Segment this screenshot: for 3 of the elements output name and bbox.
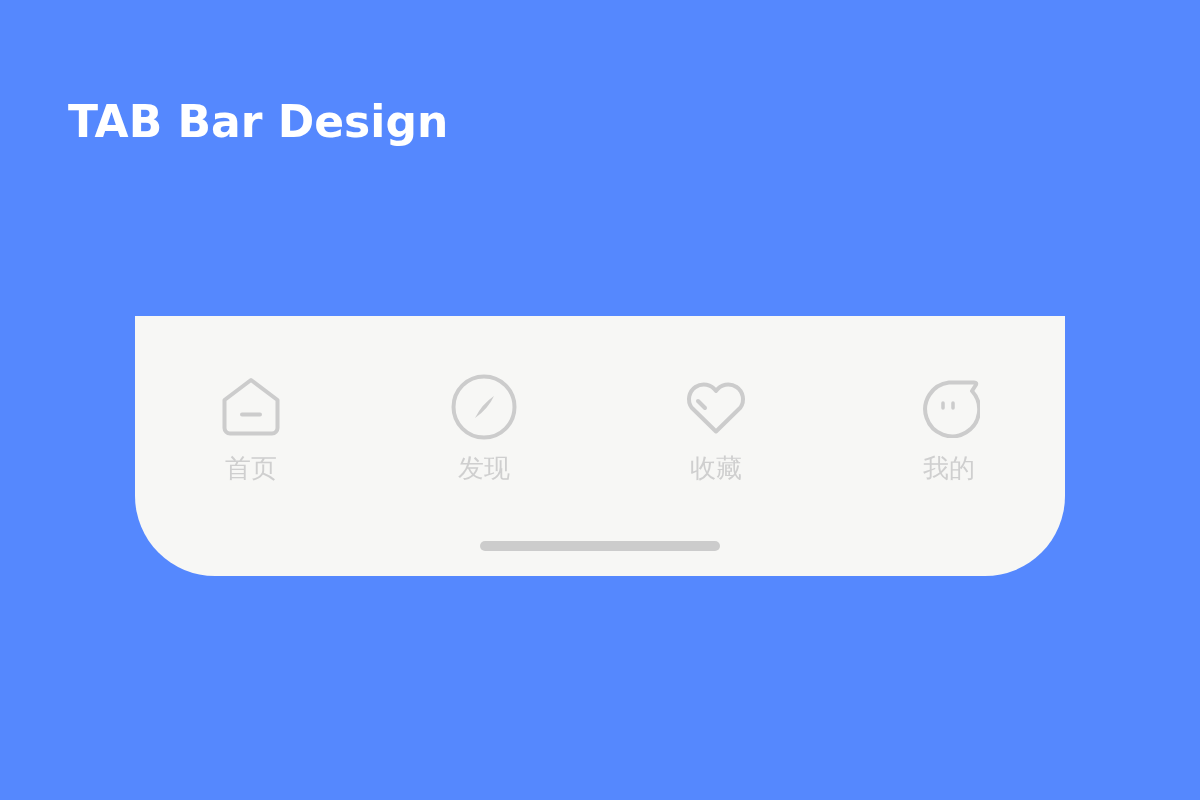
house-icon	[221, 377, 282, 437]
page-title: TAB Bar Design	[68, 96, 449, 148]
compass-icon	[450, 374, 517, 440]
